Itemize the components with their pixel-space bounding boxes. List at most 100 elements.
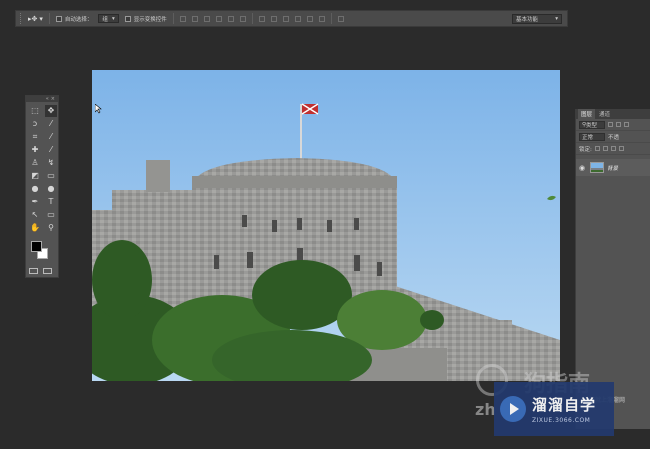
healing-brush-tool-button[interactable]: ✚ <box>29 144 41 156</box>
healing-brush-tool-icon: ✚ <box>31 145 39 154</box>
distribute-bottom-icon[interactable] <box>282 15 289 22</box>
distribute-vcenter-icon[interactable] <box>270 15 277 22</box>
gradient-tool-icon: ▭ <box>47 171 55 180</box>
distribute-hcenter-icon[interactable] <box>306 15 313 22</box>
lock-brush-icon[interactable] <box>602 146 608 151</box>
crop-tool-button[interactable]: ⌗ <box>29 131 41 143</box>
eyedropper-tool-button[interactable]: ⁄ <box>45 131 57 143</box>
tools-panel: « × ⬚ ✥ ↄ ⁄ ⌗ ⁄ ✚ ⁄ ♙ ↯ ◩ ▭ ● ● ✒ T ↖ ▭ ✋ ⚲ <box>25 95 59 278</box>
eyedropper-tool-icon: ⁄ <box>50 132 52 141</box>
play-logo-icon <box>500 396 526 422</box>
lock-label: 锁定: <box>579 146 592 153</box>
distribute-top-icon[interactable] <box>258 15 265 22</box>
foreground-color-swatch[interactable] <box>31 241 42 252</box>
divider <box>48 13 50 24</box>
chevron-down-icon: ▾ <box>555 16 558 22</box>
brand-watermark: 溜溜自学 ZIXUE.3066.COM <box>494 382 614 436</box>
marquee-tool-button[interactable]: ⬚ <box>29 105 41 117</box>
checkbox-box <box>124 15 131 22</box>
filter-row: ⚲ 类型 <box>576 119 650 131</box>
zoom-tool-icon: ⚲ <box>48 223 54 232</box>
move-tool-button[interactable]: ✥ <box>45 105 57 117</box>
eraser-tool-button[interactable]: ◩ <box>29 170 41 182</box>
distribute-left-icon[interactable] <box>294 15 301 22</box>
auto-select-checkbox[interactable]: 自动选择： <box>55 15 93 23</box>
blend-mode-value: 正常 <box>582 134 594 141</box>
magic-wand-tool-button[interactable]: ⁄ <box>45 118 57 130</box>
layer-kind-filter[interactable]: ⚲ 类型 <box>579 120 605 129</box>
filter-adjust-icon[interactable] <box>616 122 621 127</box>
panel-grip[interactable] <box>20 13 22 24</box>
shape-tool-icon: ▭ <box>47 210 55 219</box>
eye-icon[interactable]: ◉ <box>579 164 587 172</box>
color-swatches <box>31 241 53 263</box>
workspace-value: 基本功能 <box>516 17 539 23</box>
kind-filter-value: 类型 <box>586 122 598 129</box>
brand-url: ZIXUE.3066.COM <box>532 417 591 424</box>
align-right-icon[interactable] <box>239 15 246 22</box>
eraser-tool-icon: ◩ <box>31 171 39 180</box>
divider <box>330 13 332 24</box>
align-bottom-icon[interactable] <box>203 15 210 22</box>
dodge-tool-button[interactable]: ● <box>45 183 57 195</box>
brush-tool-icon: ⁄ <box>50 145 52 154</box>
align-hcenter-icon[interactable] <box>227 15 234 22</box>
screen-mode-icon[interactable] <box>43 268 52 274</box>
history-brush-tool-button[interactable]: ↯ <box>45 157 57 169</box>
clone-stamp-tool-icon: ♙ <box>31 158 39 167</box>
panel-tabs: 图层 通道 <box>576 109 650 119</box>
tool-grid: ⬚ ✥ ↄ ⁄ ⌗ ⁄ ✚ ⁄ ♙ ↯ ◩ ▭ ● ● ✒ T ↖ ▭ ✋ ⚲ <box>26 102 58 234</box>
gradient-tool-button[interactable]: ▭ <box>45 170 57 182</box>
divider <box>251 13 253 24</box>
type-tool-button[interactable]: T <box>45 196 57 208</box>
align-top-icon[interactable] <box>179 15 186 22</box>
brush-tool-button[interactable]: ⁄ <box>45 144 57 156</box>
show-transform-checkbox[interactable]: 显示变换控件 <box>124 15 167 23</box>
lock-row: 锁定: <box>576 143 650 155</box>
filter-type-icon[interactable] <box>624 122 629 127</box>
document-canvas[interactable] <box>92 70 560 381</box>
quick-mask-icon[interactable] <box>29 268 38 274</box>
filter-pixel-icon[interactable] <box>608 122 613 127</box>
dodge-tool-icon: ● <box>47 184 55 193</box>
blur-tool-button[interactable]: ● <box>29 183 41 195</box>
align-left-icon[interactable] <box>215 15 222 22</box>
tab-layers[interactable]: 图层 <box>578 109 596 119</box>
pen-tool-button[interactable]: ✒ <box>29 196 41 208</box>
lock-all-icon[interactable] <box>618 146 624 151</box>
distribute-right-icon[interactable] <box>318 15 325 22</box>
history-brush-tool-icon: ↯ <box>47 158 55 167</box>
auto-select-dropdown[interactable]: 组 ▾ <box>98 14 119 23</box>
type-tool-icon: T <box>48 197 54 206</box>
workspace-switcher[interactable]: 基本功能 ▾ <box>512 14 562 24</box>
crop-tool-icon: ⌗ <box>32 132 38 141</box>
chevron-down-icon: ▾ <box>111 15 115 22</box>
align-vcenter-icon[interactable] <box>191 15 198 22</box>
auto-align-icon[interactable] <box>337 15 344 22</box>
options-bar: ▸✥ ▾ 自动选择： 组 ▾ 显示变换控件 基本功能 ▾ <box>15 10 568 27</box>
tool-preset-picker[interactable]: ▸✥ ▾ <box>28 15 43 23</box>
auto-select-label: 自动选择： <box>64 16 93 23</box>
layer-row-background[interactable]: ◉ 背景 <box>576 159 650 176</box>
move-tool-icon: ▸✥ <box>28 14 38 23</box>
close-icon[interactable]: × <box>51 96 55 102</box>
blend-mode-dropdown[interactable]: 正常 <box>579 132 605 141</box>
lock-transparent-icon[interactable] <box>594 146 600 151</box>
hand-tool-button[interactable]: ✋ <box>29 222 41 234</box>
shape-tool-button[interactable]: ▭ <box>45 209 57 221</box>
zoom-tool-button[interactable]: ⚲ <box>45 222 57 234</box>
leaf-decoration <box>547 194 556 203</box>
collapse-icon[interactable]: « <box>46 96 49 102</box>
castle-photo <box>92 70 560 381</box>
tab-channels[interactable]: 通道 <box>596 109 613 119</box>
brand-title: 溜溜自学 <box>532 396 597 414</box>
lock-move-icon[interactable] <box>610 146 616 151</box>
magic-wand-tool-icon: ⁄ <box>50 119 52 128</box>
lasso-tool-button[interactable]: ↄ <box>29 118 41 130</box>
clone-stamp-tool-button[interactable]: ♙ <box>29 157 41 169</box>
pen-tool-icon: ✒ <box>31 197 39 206</box>
divider <box>172 13 174 24</box>
path-selection-tool-button[interactable]: ↖ <box>29 209 41 221</box>
lasso-tool-icon: ↄ <box>32 119 38 128</box>
hand-tool-icon: ✋ <box>30 223 40 232</box>
